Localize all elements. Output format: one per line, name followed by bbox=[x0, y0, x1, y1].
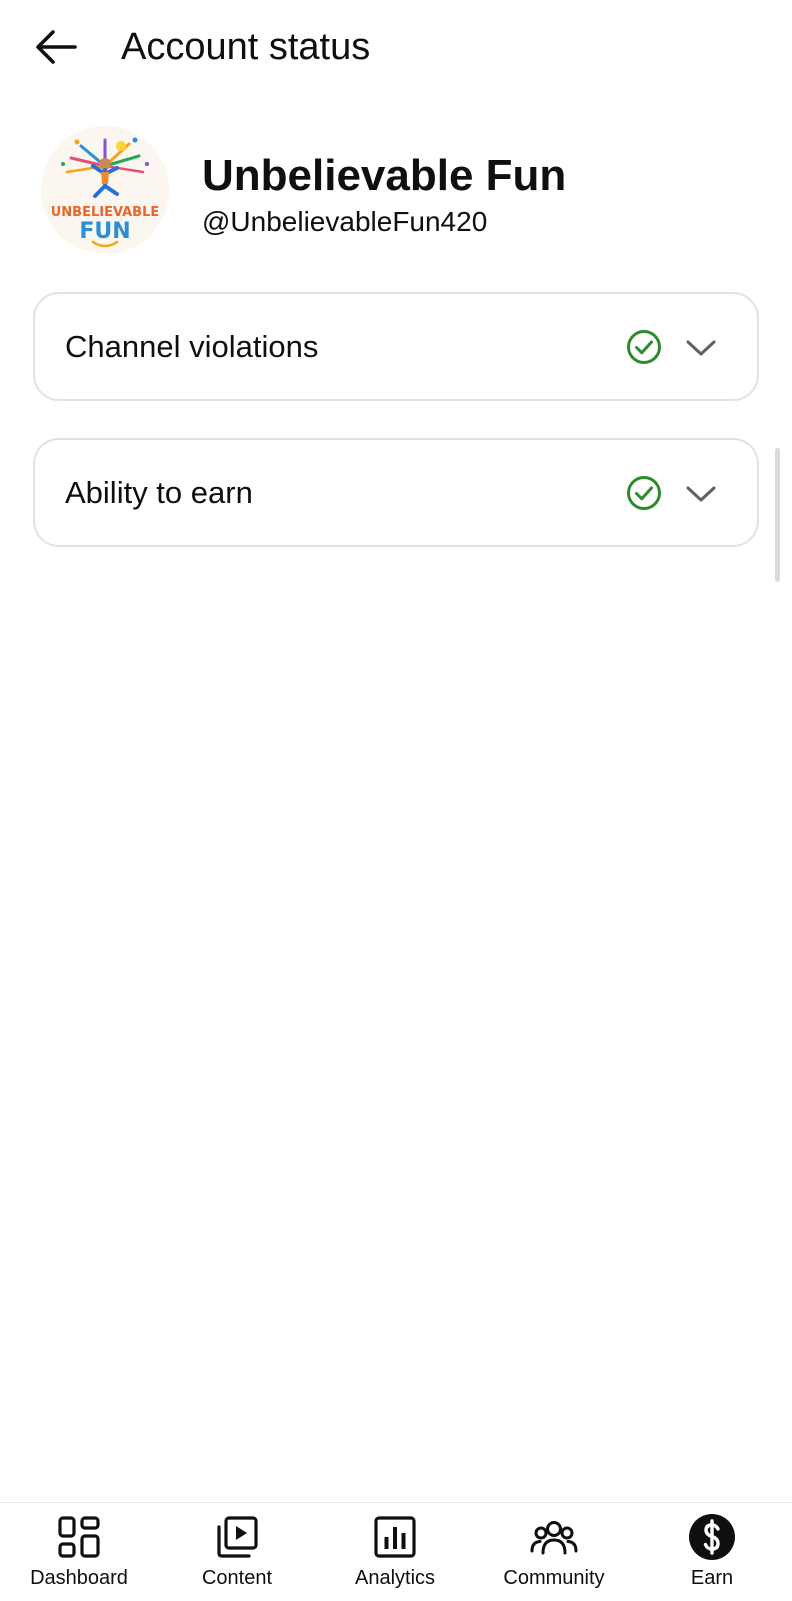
chevron-down-icon[interactable] bbox=[685, 478, 717, 510]
ability-to-earn-label: Ability to earn bbox=[65, 475, 253, 510]
ability-to-earn-card[interactable]: Ability to earn bbox=[33, 438, 759, 547]
channel-name: Unbelievable Fun bbox=[202, 151, 567, 200]
channel-handle: @UnbelievableFun420 bbox=[202, 206, 488, 237]
check-circle-icon bbox=[627, 476, 661, 510]
page-title: Account status bbox=[121, 26, 371, 68]
channel-violations-label: Channel violations bbox=[65, 329, 319, 364]
channel-logo-image: UNBELIEVABLE FUN bbox=[41, 126, 169, 254]
earn-icon bbox=[689, 1514, 735, 1560]
channel-header: UNBELIEVABLE FUN Unbelievable Fun @Unbel… bbox=[0, 120, 792, 260]
analytics-icon bbox=[374, 1516, 416, 1558]
nav-item-content[interactable]: Content bbox=[162, 1503, 312, 1601]
nav-item-dashboard[interactable]: Dashboard bbox=[4, 1503, 154, 1601]
check-circle-icon bbox=[627, 330, 661, 364]
arrow-left-icon bbox=[36, 30, 77, 64]
community-icon bbox=[530, 1521, 578, 1555]
nav-label-dashboard: Dashboard bbox=[30, 1567, 128, 1589]
nav-item-community[interactable]: Community bbox=[479, 1503, 629, 1601]
top-app-bar: Account status bbox=[0, 0, 792, 96]
content-icon bbox=[217, 1516, 258, 1558]
dashboard-icon bbox=[58, 1516, 100, 1558]
back-button[interactable] bbox=[30, 24, 82, 70]
nav-item-analytics[interactable]: Analytics bbox=[320, 1503, 470, 1601]
nav-label-earn: Earn bbox=[690, 1567, 734, 1589]
bottom-nav: Dashboard Content Analytics Community Ea… bbox=[0, 1502, 792, 1601]
nav-label-analytics: Analytics bbox=[354, 1567, 436, 1589]
channel-violations-card[interactable]: Channel violations bbox=[33, 292, 759, 401]
scrollbar[interactable] bbox=[775, 448, 780, 582]
chevron-down-icon[interactable] bbox=[685, 332, 717, 364]
avatar-text-line1: UNBELIEVABLE bbox=[51, 205, 160, 220]
nav-label-content: Content bbox=[201, 1567, 273, 1589]
channel-avatar[interactable]: UNBELIEVABLE FUN bbox=[41, 126, 169, 254]
nav-label-community: Community bbox=[503, 1567, 605, 1589]
avatar-text-line2: FUN bbox=[79, 219, 130, 244]
nav-item-earn[interactable]: Earn bbox=[637, 1503, 787, 1601]
